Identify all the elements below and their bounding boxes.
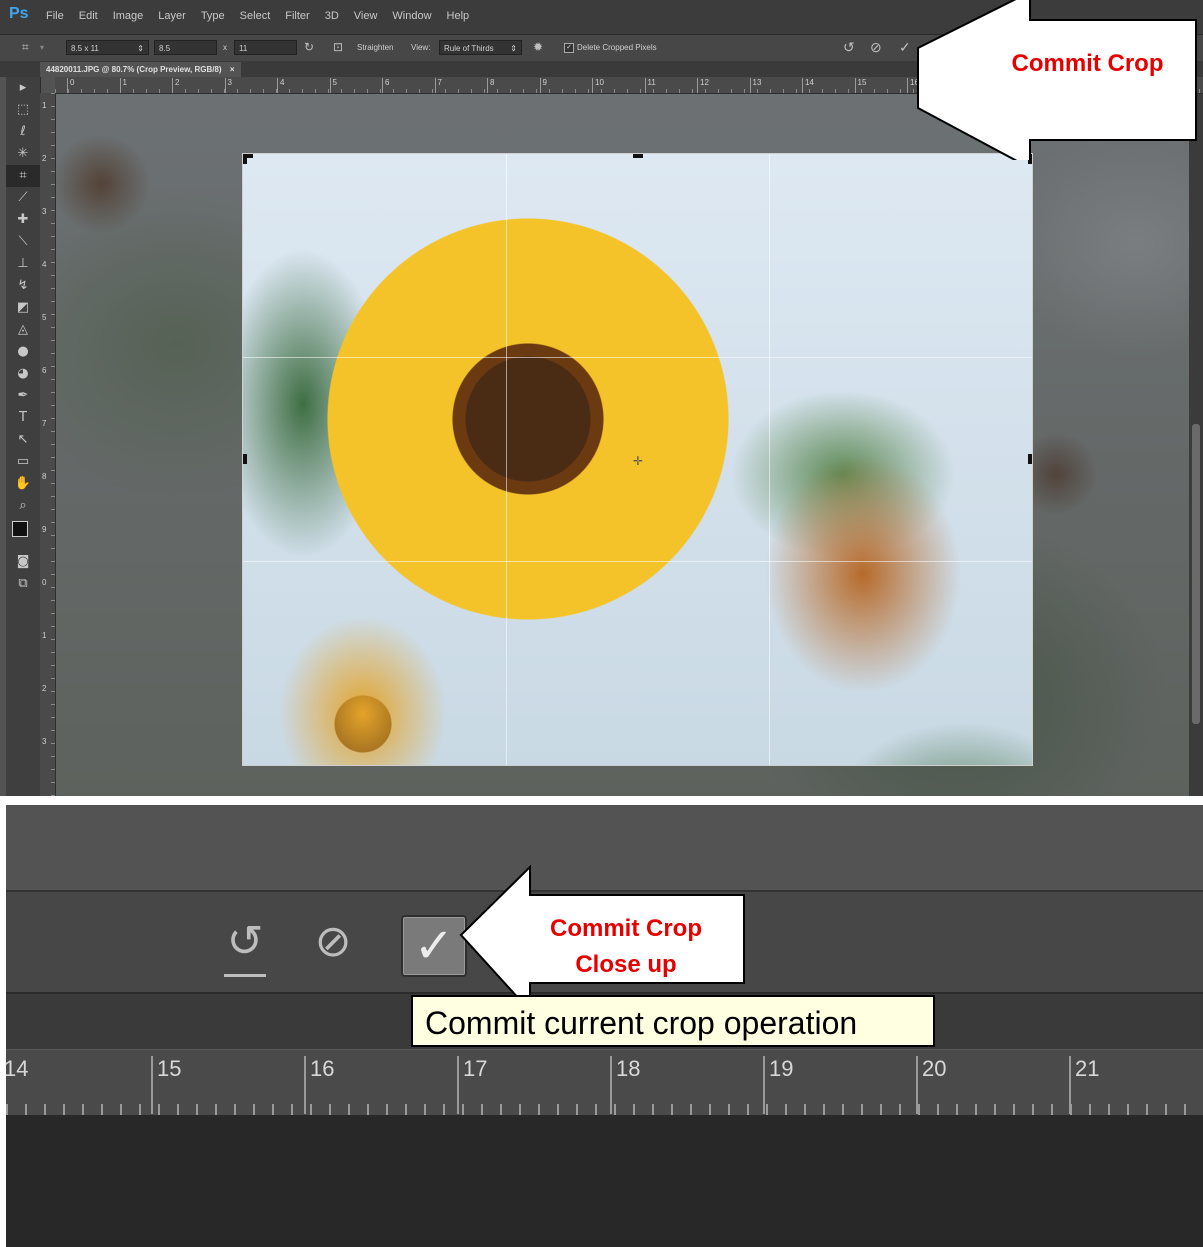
- ruler-label: 21: [1069, 1056, 1099, 1114]
- eraser-tool-icon[interactable]: ◩: [6, 297, 40, 319]
- callout-text-closeup: Commit Crop Close up: [550, 915, 702, 978]
- closeup-screenshot: ↺ ⊘ ✓ 14 15 16 17 18 19 20 21 Commit Crop Close…: [6, 805, 1203, 1247]
- dodge-tool-icon[interactable]: ◕: [6, 363, 40, 385]
- ruler-label: 5: [42, 313, 47, 322]
- history-brush-tool-icon[interactable]: ↯: [6, 275, 40, 297]
- ruler-ticks: [6, 1100, 1203, 1116]
- document-canvas[interactable]: ✛: [56, 94, 1189, 796]
- crop-handle-right[interactable]: [1028, 454, 1032, 464]
- ruler-label: 15: [151, 1056, 181, 1114]
- ruler-label: 17: [457, 1056, 487, 1114]
- quick-mask-icon[interactable]: ◙: [6, 551, 40, 573]
- ruler-label: 6: [42, 366, 47, 375]
- tools-panel: ▸ ⬚ ℓ ✳ ⌗ ⟋ ✚ ⟍ ⊥ ↯ ◩ ◬ ● ◕ ✒ T ↖ ▭ ✋ ⌕ …: [6, 77, 41, 796]
- photoshop-screenshot: Ps File Edit Image Layer Type Select Fil…: [0, 0, 1203, 796]
- scrollbar-thumb[interactable]: [1192, 424, 1200, 724]
- rectangle-tool-icon[interactable]: ▭: [6, 451, 40, 473]
- ruler-label: 14: [6, 1056, 28, 1114]
- ruler-label: 4: [42, 260, 47, 269]
- thirds-guide-line: [769, 154, 770, 765]
- ruler-label: 20: [916, 1056, 946, 1114]
- crop-tool-icon[interactable]: ⌗: [6, 165, 40, 187]
- healing-tool-icon[interactable]: ✚: [6, 209, 40, 231]
- crop-center-crosshair-icon: ✛: [633, 454, 644, 468]
- callout-text-commit-crop: Commit Crop: [1011, 50, 1164, 77]
- pen-tool-icon[interactable]: ✒: [6, 385, 40, 407]
- ruler-label: 18: [610, 1056, 640, 1114]
- commit-crop-tooltip: Commit current crop operation: [411, 995, 935, 1047]
- ruler-label: 9: [42, 525, 47, 534]
- ruler-label: 0: [42, 578, 47, 587]
- ruler-label: 16: [304, 1056, 334, 1114]
- paint-bucket-tool-icon[interactable]: ◬: [6, 319, 40, 341]
- stamp-tool-icon[interactable]: ⊥: [6, 253, 40, 275]
- foreground-color-swatch[interactable]: [12, 521, 28, 537]
- zoom-tool-icon[interactable]: ⌕: [6, 495, 40, 517]
- ruler-label: 19: [763, 1056, 793, 1114]
- vertical-scrollbar[interactable]: [1189, 94, 1203, 796]
- closeup-ruler: 14 15 16 17 18 19 20 21: [6, 1049, 1203, 1116]
- blur-tool-icon[interactable]: ●: [6, 341, 40, 363]
- type-tool-icon[interactable]: T: [6, 407, 40, 429]
- vertical-ruler: 1234567890123: [40, 93, 56, 796]
- eyedropper-tool-icon[interactable]: ⟋: [6, 187, 40, 209]
- path-select-tool-icon[interactable]: ↖: [6, 429, 40, 451]
- ruler-label: 7: [42, 419, 47, 428]
- brush-tool-icon[interactable]: ⟍: [6, 231, 40, 253]
- ruler-label: 3: [42, 207, 47, 216]
- closeup-dark-area: [6, 1115, 1203, 1247]
- thirds-guide-line: [243, 561, 1032, 562]
- ruler-label: 3: [42, 737, 47, 746]
- thirds-guide-line: [243, 357, 1032, 358]
- ruler-label: 8: [42, 472, 47, 481]
- ruler-label: 2: [42, 684, 47, 693]
- thirds-guide-line: [506, 154, 507, 765]
- color-swatches[interactable]: [6, 517, 40, 551]
- screen-mode-icon[interactable]: ⧉: [6, 573, 40, 595]
- hand-tool-icon[interactable]: ✋: [6, 473, 40, 495]
- ruler-label: 1: [42, 631, 47, 640]
- crop-handle-left[interactable]: [243, 454, 247, 464]
- callout-arrow-top: [917, 0, 1197, 160]
- crop-box[interactable]: ✛: [242, 153, 1033, 766]
